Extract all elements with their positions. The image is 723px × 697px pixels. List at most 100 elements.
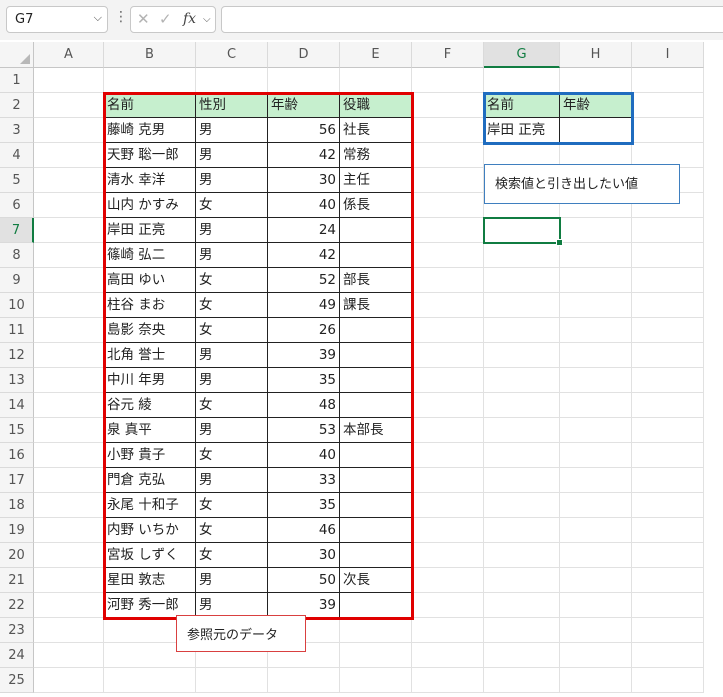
cell[interactable]	[484, 618, 560, 643]
source-table-cell[interactable]	[340, 343, 412, 368]
row-header-15[interactable]: 15	[0, 418, 34, 443]
source-table-cell[interactable]: 小野 貴子	[104, 443, 196, 468]
source-table-cell[interactable]: 女	[196, 193, 268, 218]
source-table-cell[interactable]: 42	[268, 143, 340, 168]
column-header-a[interactable]: A	[34, 42, 104, 68]
cell[interactable]	[412, 543, 484, 568]
cell[interactable]	[560, 418, 632, 443]
source-table-cell[interactable]: 33	[268, 468, 340, 493]
source-table-cell[interactable]: 40	[268, 193, 340, 218]
cell[interactable]	[484, 68, 560, 93]
source-table-cell[interactable]: 女	[196, 443, 268, 468]
row-header-13[interactable]: 13	[0, 368, 34, 393]
source-table-cell[interactable]: 北角 誉士	[104, 343, 196, 368]
source-table-cell[interactable]: 53	[268, 418, 340, 443]
cell[interactable]	[560, 668, 632, 693]
cell[interactable]	[484, 643, 560, 668]
source-table-cell[interactable]: 男	[196, 343, 268, 368]
source-table-cell[interactable]: 門倉 克弘	[104, 468, 196, 493]
row-header-18[interactable]: 18	[0, 493, 34, 518]
cell[interactable]	[34, 668, 104, 693]
select-all-corner[interactable]	[0, 42, 34, 68]
cell[interactable]	[412, 593, 484, 618]
row-header-25[interactable]: 25	[0, 668, 34, 693]
source-table-cell[interactable]: 係長	[340, 193, 412, 218]
source-table-cell[interactable]: 56	[268, 118, 340, 143]
cell[interactable]	[34, 318, 104, 343]
source-table-cell[interactable]: 女	[196, 293, 268, 318]
cell[interactable]	[560, 318, 632, 343]
source-table-cell[interactable]: 女	[196, 318, 268, 343]
source-table-cell[interactable]: 女	[196, 493, 268, 518]
source-table-cell[interactable]: 女	[196, 393, 268, 418]
cell[interactable]	[632, 468, 704, 493]
cell[interactable]	[632, 218, 704, 243]
cell[interactable]	[34, 418, 104, 443]
row-header-5[interactable]: 5	[0, 168, 34, 193]
cell[interactable]	[632, 268, 704, 293]
source-table-cell[interactable]: 50	[268, 568, 340, 593]
source-table-cell[interactable]: 次長	[340, 568, 412, 593]
cell[interactable]	[484, 318, 560, 343]
cell[interactable]	[560, 493, 632, 518]
source-table-cell[interactable]	[340, 443, 412, 468]
source-table-cell[interactable]: 40	[268, 443, 340, 468]
cell[interactable]	[34, 168, 104, 193]
cell[interactable]	[560, 268, 632, 293]
cell[interactable]	[412, 568, 484, 593]
cell[interactable]	[632, 243, 704, 268]
source-table-cell[interactable]	[340, 218, 412, 243]
cell[interactable]	[560, 543, 632, 568]
cell[interactable]	[484, 293, 560, 318]
source-table-cell[interactable]	[340, 318, 412, 343]
cell[interactable]	[34, 293, 104, 318]
cell[interactable]	[632, 418, 704, 443]
source-table-cell[interactable]	[340, 468, 412, 493]
more-options-icon[interactable]: ⋮	[114, 9, 128, 25]
cell[interactable]	[412, 343, 484, 368]
source-table-cell[interactable]: 本部長	[340, 418, 412, 443]
lookup-header-cell[interactable]: 名前	[484, 93, 560, 118]
cell[interactable]	[632, 643, 704, 668]
source-table-cell[interactable]: 男	[196, 118, 268, 143]
cell[interactable]	[412, 643, 484, 668]
cell[interactable]	[412, 68, 484, 93]
source-header-cell[interactable]: 役職	[340, 93, 412, 118]
cell[interactable]	[412, 493, 484, 518]
cell[interactable]	[34, 518, 104, 543]
row-header-24[interactable]: 24	[0, 643, 34, 668]
cell[interactable]	[412, 243, 484, 268]
cell[interactable]	[560, 218, 632, 243]
source-table-cell[interactable]: 星田 敦志	[104, 568, 196, 593]
source-table-cell[interactable]: 主任	[340, 168, 412, 193]
cell[interactable]	[560, 618, 632, 643]
source-table-cell[interactable]: 52	[268, 268, 340, 293]
cell[interactable]	[484, 593, 560, 618]
column-header-f[interactable]: F	[412, 42, 484, 68]
source-table-cell[interactable]	[340, 393, 412, 418]
column-header-h[interactable]: H	[560, 42, 632, 68]
source-table-cell[interactable]: 天野 聡一郎	[104, 143, 196, 168]
check-icon[interactable]: ✓	[159, 10, 172, 28]
source-table-cell[interactable]: 部長	[340, 268, 412, 293]
source-table-cell[interactable]: 岸田 正亮	[104, 218, 196, 243]
cell[interactable]	[412, 618, 484, 643]
source-table-cell[interactable]: 宮坂 しずく	[104, 543, 196, 568]
formula-input[interactable]	[221, 6, 723, 33]
cell[interactable]	[34, 243, 104, 268]
column-header-d[interactable]: D	[268, 42, 340, 68]
chevron-down-icon[interactable]: ⌵	[94, 11, 102, 25]
cell[interactable]	[560, 243, 632, 268]
cell[interactable]	[484, 543, 560, 568]
cell[interactable]	[632, 93, 704, 118]
cell[interactable]	[34, 468, 104, 493]
source-table-cell[interactable]: 内野 いちか	[104, 518, 196, 543]
row-header-9[interactable]: 9	[0, 268, 34, 293]
row-header-6[interactable]: 6	[0, 193, 34, 218]
cell[interactable]	[560, 443, 632, 468]
source-table-cell[interactable]: 30	[268, 543, 340, 568]
cell[interactable]	[196, 68, 268, 93]
source-table-cell[interactable]: 常務	[340, 143, 412, 168]
cell[interactable]	[412, 93, 484, 118]
cell[interactable]	[632, 318, 704, 343]
